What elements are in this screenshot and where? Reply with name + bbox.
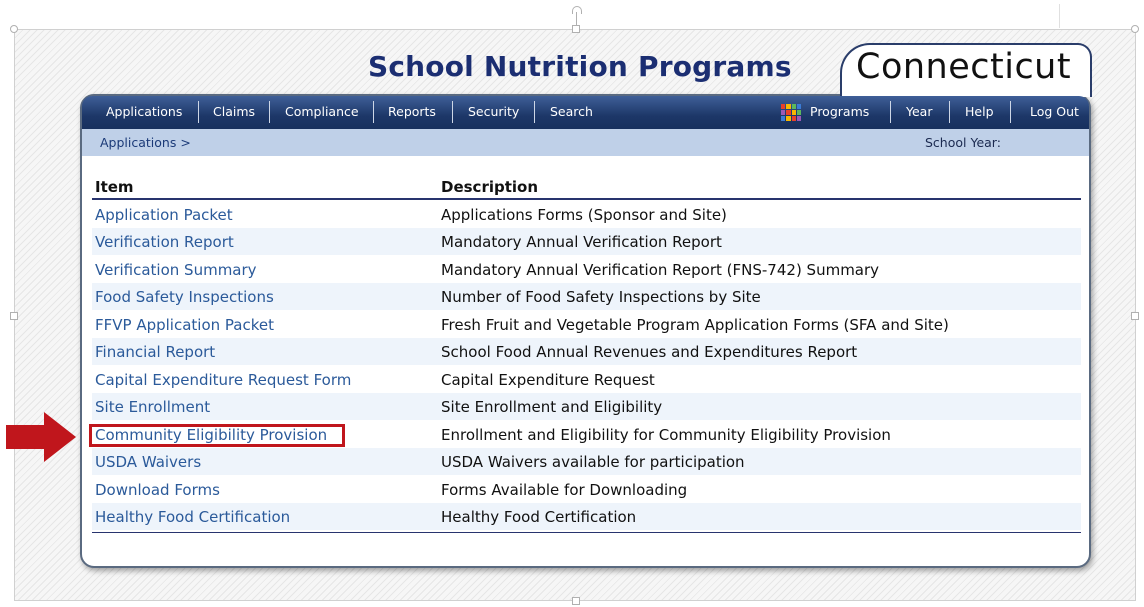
table-bottom-rule	[92, 532, 1081, 533]
nav-claims[interactable]: Claims	[213, 104, 255, 119]
nav-year[interactable]: Year	[906, 104, 932, 119]
table-row: Download Forms Forms Available for Downl…	[92, 476, 1081, 503]
nav-separator	[1010, 101, 1011, 123]
nav-separator	[373, 101, 374, 123]
red-arrow-icon	[6, 412, 76, 462]
item-description: Number of Food Safety Inspections by Sit…	[441, 288, 761, 306]
nav-separator	[949, 101, 950, 123]
nav-log-out[interactable]: Log Out	[1030, 104, 1079, 119]
breadcrumb[interactable]: Applications >	[100, 135, 191, 150]
header-rule	[92, 198, 1081, 200]
table-row: Food Safety Inspections Number of Food S…	[92, 283, 1081, 310]
item-link[interactable]: Financial Report	[95, 343, 215, 361]
nav-separator	[534, 101, 535, 123]
item-description: Forms Available for Downloading	[441, 481, 688, 499]
item-description: USDA Waivers available for participation	[441, 453, 745, 471]
nav-separator	[269, 101, 270, 123]
resize-handle-bottom[interactable]	[572, 597, 580, 605]
nav-separator	[890, 101, 891, 123]
resize-handle-top[interactable]	[572, 25, 580, 33]
table-row: Capital Expenditure Request Form Capital…	[92, 366, 1081, 393]
table-row: Financial Report School Food Annual Reve…	[92, 338, 1081, 365]
item-link[interactable]: Site Enrollment	[95, 398, 210, 416]
nav-programs[interactable]: Programs	[810, 104, 869, 119]
item-description: School Food Annual Revenues and Expendit…	[441, 343, 858, 361]
state-name: Connecticut	[856, 47, 1072, 87]
item-link[interactable]: Capital Expenditure Request Form	[95, 371, 351, 389]
item-description: Capital Expenditure Request	[441, 371, 655, 389]
table-row: Verification Summary Mandatory Annual Ve…	[92, 256, 1081, 283]
table-row: USDA Waivers USDA Waivers available for …	[92, 448, 1081, 475]
nav-help[interactable]: Help	[965, 104, 994, 119]
table-row: Application Packet Applications Forms (S…	[92, 201, 1081, 228]
programs-grid-icon[interactable]	[781, 104, 801, 121]
nav-compliance[interactable]: Compliance	[285, 104, 359, 119]
editor-guide-line	[1059, 4, 1060, 28]
table-row: Site Enrollment Site Enrollment and Elig…	[92, 393, 1081, 420]
item-link[interactable]: Verification Summary	[95, 261, 257, 279]
item-description: Mandatory Annual Verification Report (FN…	[441, 261, 880, 279]
nav-applications[interactable]: Applications	[106, 104, 182, 119]
nav-search[interactable]: Search	[550, 104, 593, 119]
table-row: FFVP Application Packet Fresh Fruit and …	[92, 311, 1081, 338]
item-link[interactable]: Food Safety Inspections	[95, 288, 274, 306]
nav-security[interactable]: Security	[468, 104, 519, 119]
page-title: School Nutrition Programs	[368, 50, 792, 83]
nav-separator	[198, 101, 199, 123]
resize-handle-right[interactable]	[1131, 312, 1139, 320]
item-link[interactable]: USDA Waivers	[95, 453, 201, 471]
item-description: Enrollment and Eligibility for Community…	[441, 426, 891, 444]
item-link[interactable]: Healthy Food Certification	[95, 508, 290, 526]
item-description: Applications Forms (Sponsor and Site)	[441, 206, 727, 224]
item-link[interactable]: Verification Report	[95, 233, 234, 251]
nav-reports[interactable]: Reports	[388, 104, 436, 119]
item-link[interactable]: Application Packet	[95, 206, 233, 224]
item-link[interactable]: Download Forms	[95, 481, 220, 499]
resize-handle-left[interactable]	[10, 312, 18, 320]
table-row: Healthy Food Certification Healthy Food …	[92, 503, 1081, 530]
school-year-label: School Year:	[925, 135, 1001, 150]
item-description: Fresh Fruit and Vegetable Program Applic…	[441, 316, 949, 334]
table-row: Verification Report Mandatory Annual Ver…	[92, 228, 1081, 255]
item-description: Healthy Food Certification	[441, 508, 637, 526]
item-description: Mandatory Annual Verification Report	[441, 233, 722, 251]
item-description: Site Enrollment and Eligibility	[441, 398, 663, 416]
item-link[interactable]: FFVP Application Packet	[95, 316, 274, 334]
column-header-item: Item	[95, 178, 134, 196]
nav-separator	[452, 101, 453, 123]
column-header-description: Description	[441, 178, 539, 196]
resize-handle-top-right[interactable]	[1131, 25, 1139, 33]
resize-handle-top-left[interactable]	[10, 25, 18, 33]
highlight-box	[89, 424, 345, 447]
